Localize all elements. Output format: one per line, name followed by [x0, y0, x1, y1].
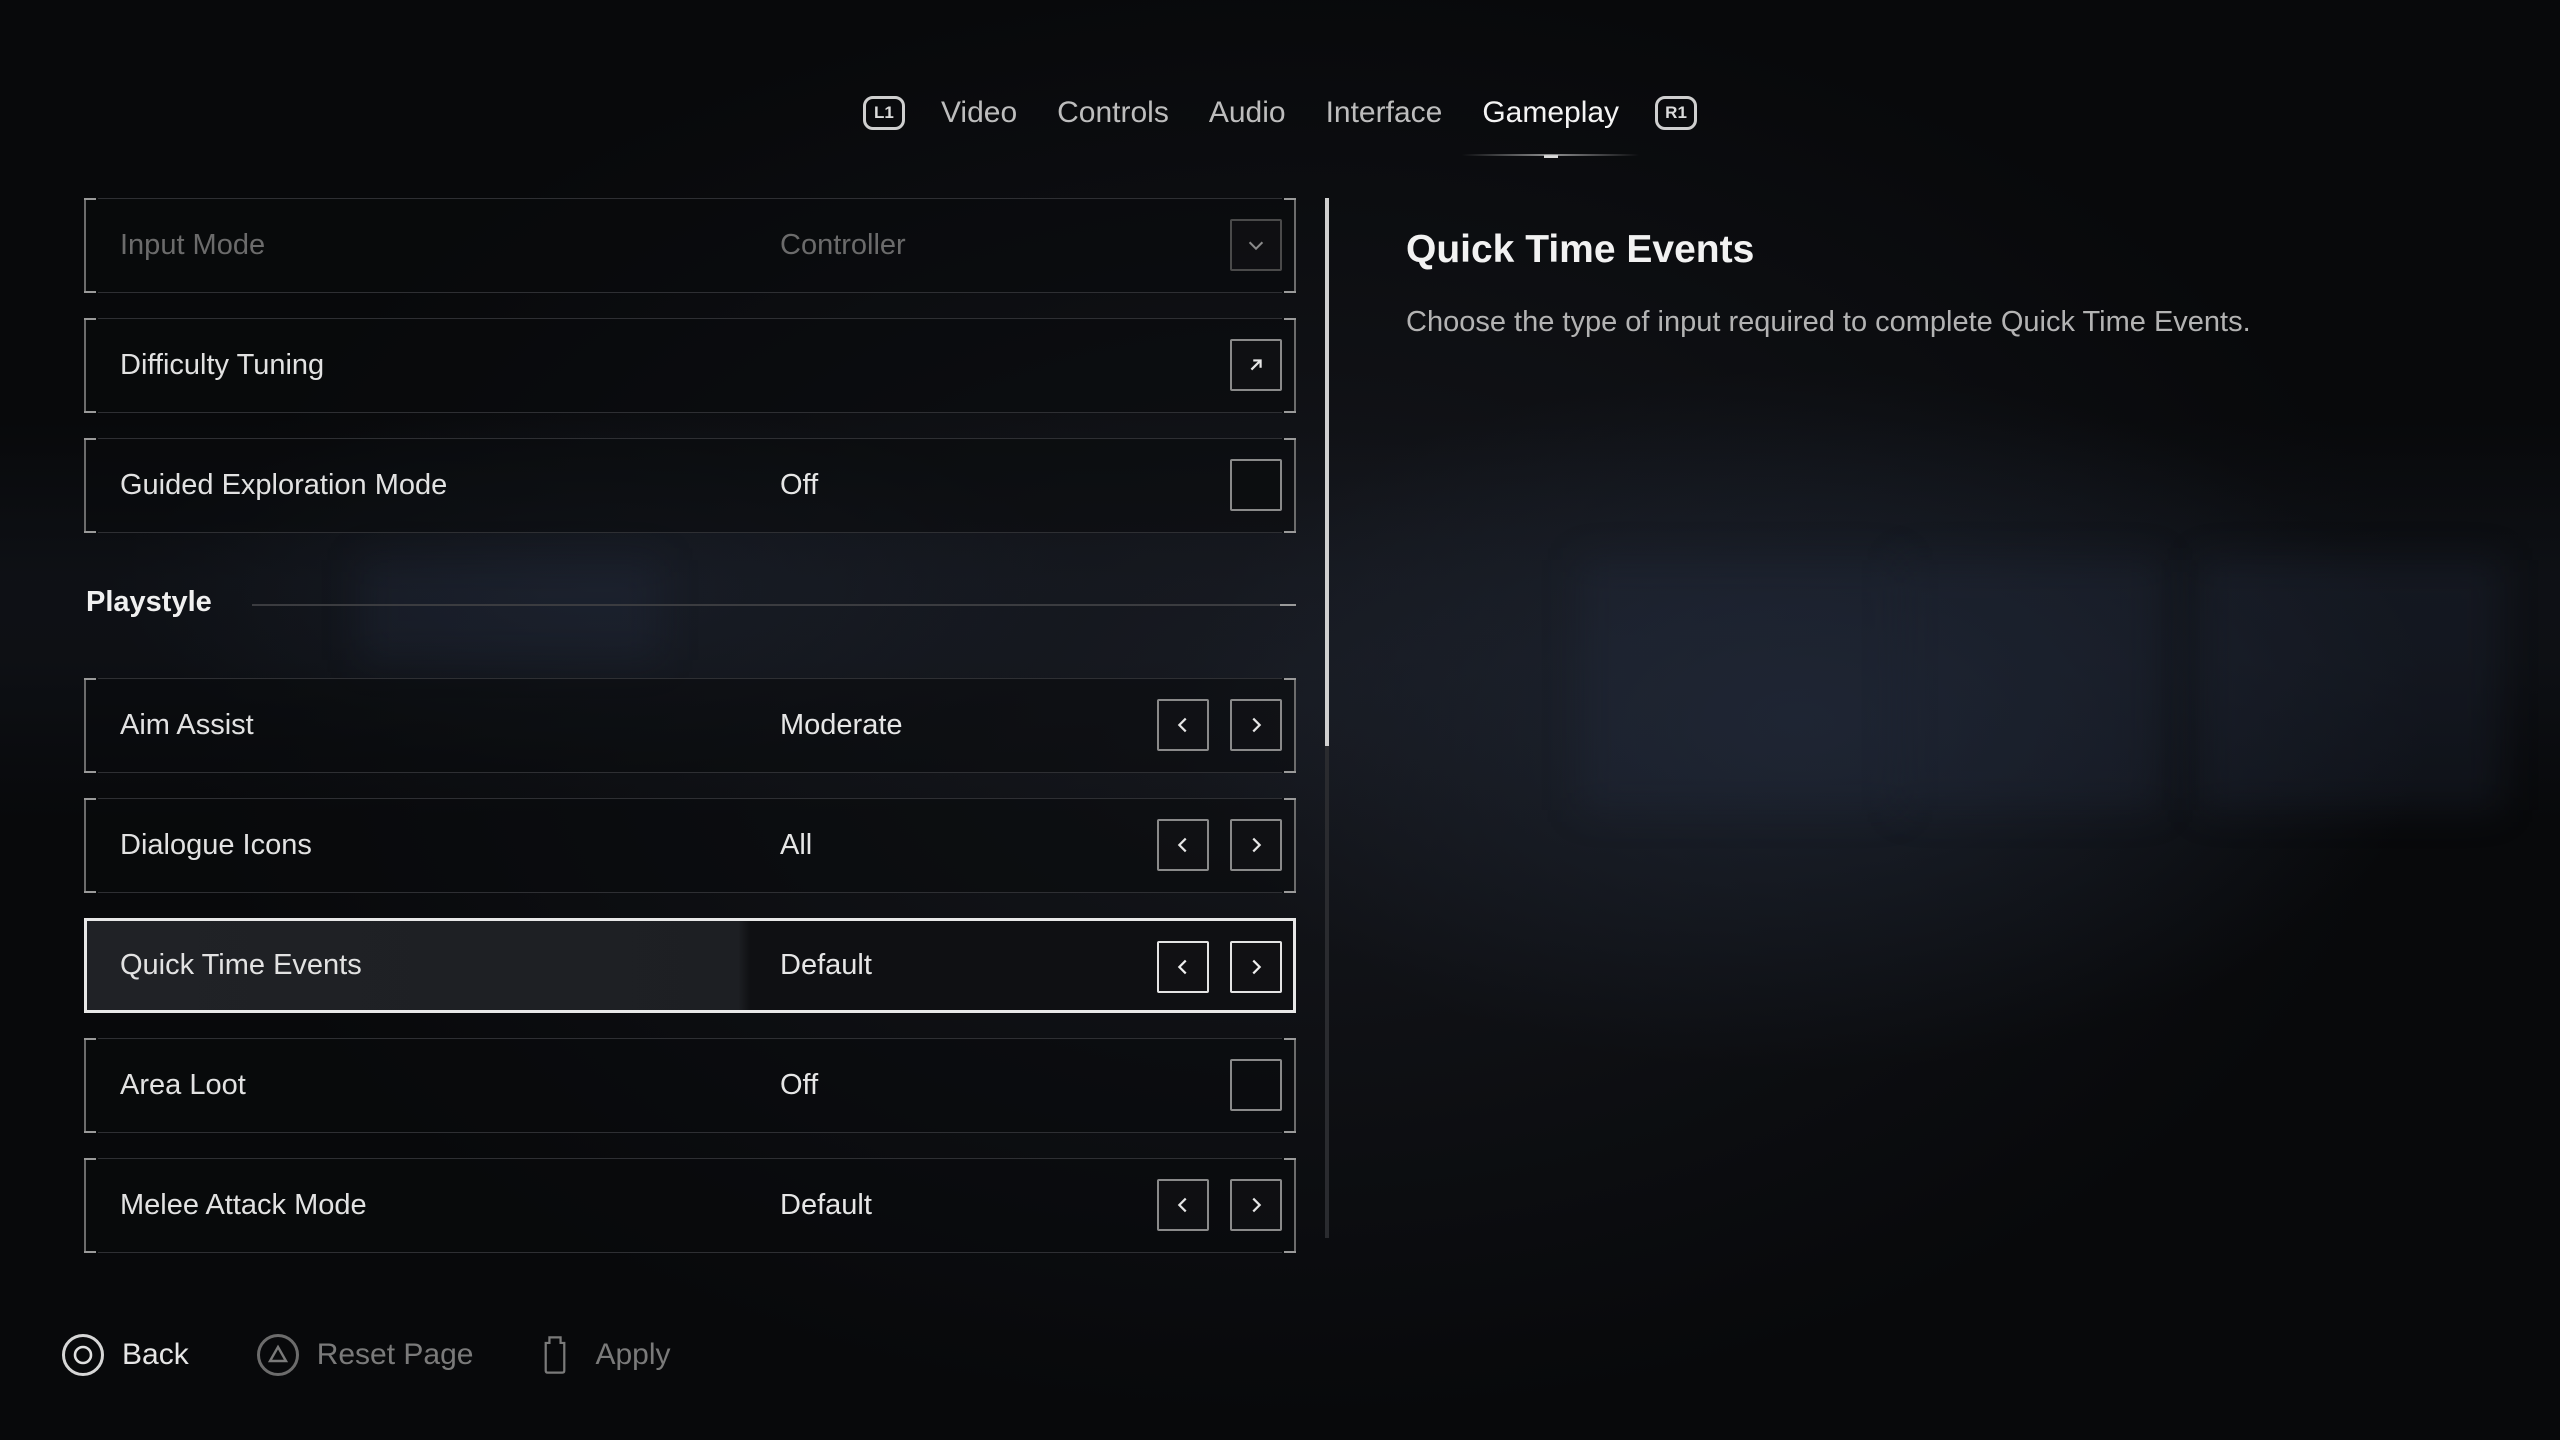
setting-aim-assist[interactable]: Aim Assist Moderate	[84, 678, 1296, 773]
settings-scrollbar[interactable]	[1325, 198, 1329, 1238]
touchpad-icon	[541, 1334, 569, 1376]
setting-value: Off	[780, 1069, 819, 1101]
triangle-button-icon	[256, 1334, 299, 1376]
tab-gameplay[interactable]: Gameplay	[1462, 78, 1639, 158]
setting-label: Melee Attack Mode	[120, 1189, 367, 1221]
description-panel: Quick Time Events Choose the type of inp…	[1406, 228, 2406, 339]
circle-button-icon	[62, 1334, 104, 1376]
chevron-right-icon[interactable]	[1230, 699, 1282, 751]
setting-value: Controller	[780, 229, 906, 261]
setting-area-loot[interactable]: Area Loot Off	[84, 1038, 1296, 1133]
chevron-left-icon[interactable]	[1157, 941, 1209, 993]
setting-value: Off	[780, 469, 819, 501]
setting-dialogue-icons[interactable]: Dialogue Icons All	[84, 798, 1296, 893]
chevron-down-icon[interactable]	[1230, 219, 1282, 271]
setting-label: Input Mode	[120, 229, 266, 261]
scrollbar-thumb[interactable]	[1325, 198, 1329, 746]
background-window	[1580, 560, 1900, 810]
l1-button-icon[interactable]: L1	[862, 96, 905, 130]
setting-label: Quick Time Events	[120, 949, 362, 981]
reset-page-button[interactable]: Reset Page	[256, 1334, 474, 1376]
chevron-left-icon[interactable]	[1157, 699, 1209, 751]
background-window	[1900, 560, 2160, 810]
settings-list: Input Mode Controller Difficulty Tuning …	[84, 198, 1296, 1278]
setting-input-mode[interactable]: Input Mode Controller	[84, 198, 1296, 293]
back-label: Back	[122, 1338, 189, 1371]
back-button[interactable]: Back	[62, 1334, 189, 1376]
section-divider-end	[1280, 604, 1296, 606]
r1-button-icon[interactable]: R1	[1655, 96, 1698, 130]
chevron-right-icon[interactable]	[1230, 819, 1282, 871]
setting-label: Aim Assist	[120, 709, 254, 741]
setting-value: Default	[780, 1189, 872, 1221]
section-divider	[252, 604, 1296, 606]
tab-video[interactable]: Video	[921, 78, 1037, 148]
setting-label: Difficulty Tuning	[120, 349, 325, 381]
setting-quick-time-events[interactable]: Quick Time Events Default	[84, 918, 1296, 1013]
chevron-left-icon[interactable]	[1157, 1179, 1209, 1231]
setting-value: All	[780, 829, 813, 861]
apply-button[interactable]: Apply	[541, 1334, 671, 1376]
setting-guided-exploration-mode[interactable]: Guided Exploration Mode Off	[84, 438, 1296, 533]
setting-melee-attack-mode[interactable]: Melee Attack Mode Default	[84, 1158, 1296, 1253]
description-title: Quick Time Events	[1406, 228, 1755, 271]
chevron-right-icon[interactable]	[1230, 1179, 1282, 1231]
setting-label: Dialogue Icons	[120, 829, 312, 861]
footer-prompts: Back Reset Page Apply	[62, 1330, 739, 1380]
tab-interface[interactable]: Interface	[1306, 78, 1463, 148]
settings-tab-bar: L1 Video Controls Audio Interface Gamepl…	[0, 78, 2560, 158]
apply-label: Apply	[595, 1338, 671, 1371]
section-header-playstyle: Playstyle	[84, 558, 1296, 658]
tab-controls[interactable]: Controls	[1037, 78, 1189, 148]
tab-audio[interactable]: Audio	[1189, 78, 1306, 148]
setting-label: Area Loot	[120, 1069, 246, 1101]
description-text: Choose the type of input required to com…	[1406, 306, 2251, 338]
setting-label: Guided Exploration Mode	[120, 469, 448, 501]
toggle-checkbox[interactable]	[1230, 459, 1282, 511]
arrow-up-right-icon[interactable]	[1230, 339, 1282, 391]
reset-page-label: Reset Page	[316, 1338, 474, 1371]
toggle-checkbox[interactable]	[1230, 1059, 1282, 1111]
chevron-left-icon[interactable]	[1157, 819, 1209, 871]
setting-difficulty-tuning[interactable]: Difficulty Tuning	[84, 318, 1296, 413]
chevron-right-icon[interactable]	[1230, 941, 1282, 993]
setting-value: Default	[780, 949, 872, 981]
setting-value: Moderate	[780, 709, 903, 741]
background-window	[2200, 560, 2500, 810]
section-title: Playstyle	[86, 586, 212, 618]
